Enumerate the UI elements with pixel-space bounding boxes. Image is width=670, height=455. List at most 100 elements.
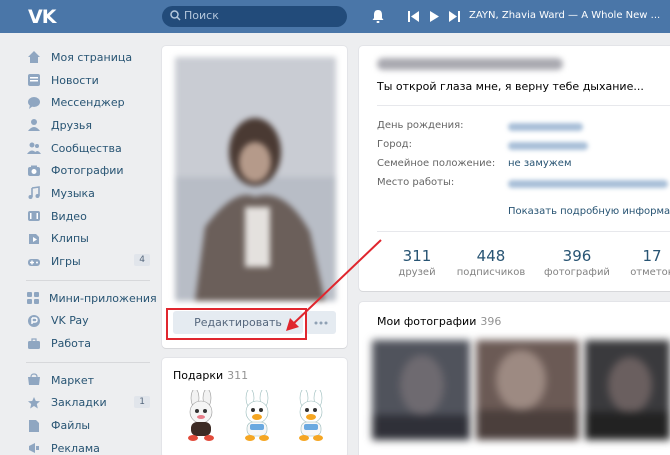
sidebar-item-label: Мини-приложения	[49, 291, 157, 305]
nav-divider	[26, 279, 150, 281]
nav-divider	[26, 361, 150, 363]
sidebar-item-label: Реклама	[51, 441, 100, 455]
vk-logo[interactable]: VK	[28, 6, 56, 28]
sidebar-item-label: Маркет	[51, 373, 95, 387]
stat-label: подписчиков	[456, 267, 526, 278]
prev-icon	[408, 11, 419, 22]
gifts-title: Подарки	[173, 369, 224, 382]
sidebar-item-label: Друзья	[51, 118, 93, 132]
search-icon	[170, 10, 181, 21]
sidebar-item[interactable]: Реклама	[26, 437, 150, 455]
sidebar-item-label: Моя страница	[51, 50, 133, 64]
messenger-icon	[26, 96, 42, 110]
sidebar-item-label: Файлы	[51, 419, 91, 433]
sidebar-item[interactable]: Клипы	[26, 228, 150, 251]
sidebar-item[interactable]: Мессенджер	[26, 91, 150, 114]
gifts-header[interactable]: Подарки 311	[173, 369, 248, 382]
more-dots-icon	[314, 321, 328, 324]
sidebar-item-label: Музыка	[51, 186, 95, 200]
sidebar-item[interactable]: Фотографии	[26, 159, 150, 182]
search-input[interactable]: Поиск	[162, 6, 347, 27]
photo-thumb-3[interactable]	[585, 340, 670, 440]
now-playing-track[interactable]: ZAYN, Zhavia Ward — A Whole New ...	[469, 10, 665, 21]
player-controls[interactable]	[408, 10, 464, 23]
market-icon	[26, 373, 42, 387]
gift-bunny[interactable]	[180, 390, 222, 442]
search-placeholder: Поиск	[184, 9, 219, 22]
sidebar-item[interactable]: Моя страница	[26, 46, 150, 69]
user-status[interactable]: Ты открой глаза мне, я верну тебе дыхани…	[377, 80, 644, 93]
birthday-value-blurred[interactable]	[508, 123, 583, 131]
sidebar-item-label: Закладки	[51, 396, 107, 410]
home-icon	[26, 50, 42, 64]
field-label-work: Место работы:	[377, 177, 455, 188]
apps-icon	[26, 291, 40, 305]
sidebar-item[interactable]: Видео	[26, 205, 150, 228]
relationship-value[interactable]: не замужем	[508, 158, 571, 169]
bookmark-icon	[26, 396, 42, 410]
highlight-box	[166, 308, 307, 340]
next-icon	[449, 11, 460, 22]
user-name-blurred	[377, 58, 563, 70]
sidebar-item[interactable]: Мини-приложения	[26, 287, 157, 310]
sidebar-item[interactable]: Закладки 1	[26, 392, 150, 415]
sidebar-item-label: Работа	[51, 337, 92, 351]
stat-label: отметок	[630, 267, 670, 278]
gifts-count: 311	[227, 369, 249, 382]
stat-number: 17	[642, 247, 662, 265]
sidebar-item[interactable]: Работа	[26, 332, 150, 355]
my-photos-header[interactable]: Мои фотографии 396	[377, 315, 501, 328]
more-actions-button[interactable]	[306, 311, 336, 334]
my-photos-title: Мои фотографии	[377, 315, 477, 328]
news-icon	[26, 73, 42, 87]
photo-thumb-1[interactable]	[372, 340, 470, 440]
stat-tags[interactable]: 17 отметок	[612, 247, 670, 278]
gift-duck-2[interactable]	[290, 390, 332, 442]
vkpay-icon	[26, 314, 42, 328]
sidebar-item[interactable]: VK Pay	[26, 310, 150, 333]
sidebar-item[interactable]: Маркет	[26, 369, 150, 392]
clips-icon	[26, 232, 42, 246]
city-value-blurred[interactable]	[508, 142, 588, 150]
sidebar-item[interactable]: Сообщества	[26, 137, 150, 160]
sidebar-item-label: Новости	[51, 73, 99, 87]
friends-icon	[26, 118, 42, 132]
sidebar-item[interactable]: Музыка	[26, 182, 150, 205]
sidebar-item[interactable]: Новости	[26, 69, 150, 92]
sidebar-item-label: Видео	[51, 209, 87, 223]
files-icon	[26, 419, 42, 433]
sidebar-item[interactable]: Друзья	[26, 114, 150, 137]
play-icon	[430, 11, 439, 22]
stat-number: 311	[402, 247, 432, 265]
field-label-birthday: День рождения:	[377, 120, 464, 131]
stat-followers[interactable]: 448 подписчиков	[451, 247, 531, 278]
counter-badge: 1	[134, 395, 150, 408]
sidebar-item-label: VK Pay	[51, 314, 89, 328]
counter-badge: 4	[134, 254, 150, 267]
show-details-link[interactable]: Показать подробную информацию	[508, 206, 670, 217]
sidebar-item-label: Клипы	[51, 232, 89, 246]
left-nav: Моя страница Новости Мессенджер Друзья Сообщ…	[26, 46, 157, 455]
video-icon	[26, 209, 42, 223]
camera-icon	[26, 164, 42, 178]
sidebar-item[interactable]: Файлы	[26, 414, 150, 437]
my-photos-count: 396	[480, 315, 502, 328]
gift-duck[interactable]	[236, 390, 278, 442]
work-value-blurred[interactable]	[508, 180, 668, 188]
field-label-city: Город:	[377, 139, 412, 150]
communities-icon	[26, 141, 42, 155]
sidebar-item-label: Игры	[51, 255, 81, 269]
stat-photos[interactable]: 396 фотографий	[537, 247, 617, 278]
profile-photo[interactable]	[175, 57, 336, 301]
photo-thumb-2[interactable]	[476, 340, 579, 440]
briefcase-icon	[26, 337, 42, 351]
bell-icon[interactable]	[371, 9, 385, 24]
sidebar-item-label: Фотографии	[51, 164, 124, 178]
divider	[377, 105, 670, 106]
stat-number: 396	[562, 247, 592, 265]
stat-label: фотографий	[544, 267, 610, 278]
games-icon	[26, 255, 42, 269]
stat-friends[interactable]: 311 друзей	[377, 247, 457, 278]
sidebar-item[interactable]: Игры 4	[26, 250, 150, 273]
stat-label: друзей	[398, 267, 436, 278]
